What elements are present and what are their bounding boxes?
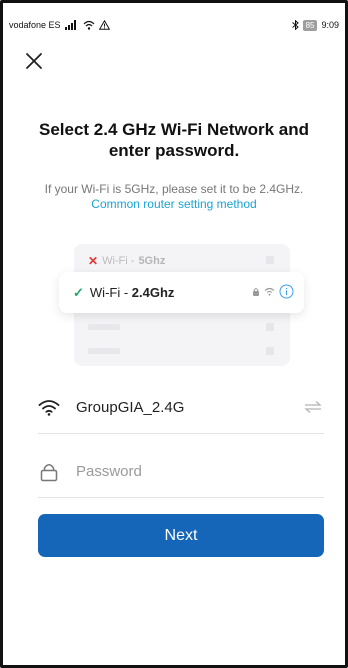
next-button[interactable]: Next (38, 514, 324, 557)
signal-icon (64, 20, 76, 30)
lock-outline-icon (40, 463, 58, 481)
info-icon (279, 284, 294, 299)
illus-5ghz-row: ✕ Wi-Fi - 5Ghz (88, 254, 165, 268)
placeholder-bar (88, 324, 120, 330)
field-icon-wrap (38, 461, 60, 483)
page-title: Select 2.4 GHz Wi-Fi Network and enter p… (38, 120, 310, 160)
ssid-value: GroupGIA_2.4G (76, 399, 185, 416)
close-icon (26, 53, 42, 69)
clock: 9:09 (321, 20, 339, 30)
placeholder-square (266, 347, 274, 355)
illus-5ghz-prefix: Wi-Fi - (102, 255, 135, 267)
status-left: vodafone ES (9, 20, 110, 30)
lock-icon (253, 288, 259, 296)
illus-24ghz-label: Wi-Fi - 2.4Ghz (90, 285, 175, 300)
illus-24ghz-band: 2.4Ghz (131, 285, 175, 300)
switch-network-button[interactable] (304, 400, 322, 414)
cross-icon: ✕ (88, 254, 99, 268)
wifi-status-icon (83, 20, 94, 30)
switch-arrows-icon (304, 401, 322, 413)
band-hint: If your Wi-Fi is 5GHz, please set it to … (10, 182, 338, 212)
wifi-icon (38, 400, 60, 416)
check-icon: ✓ (73, 284, 84, 300)
warning-icon (98, 20, 110, 30)
placeholder-square (266, 323, 274, 331)
password-input[interactable] (76, 463, 296, 480)
illus-24ghz-card: ✓ Wi-Fi - 2.4Ghz (59, 272, 304, 313)
illus-5ghz-band: 5Ghz (138, 255, 166, 267)
placeholder-square (266, 256, 274, 264)
bluetooth-icon (291, 20, 299, 30)
wifi-small-icon (264, 287, 275, 296)
status-bar: vodafone ES 85 9:09 (9, 17, 339, 33)
router-setting-link[interactable]: Common router setting method (10, 197, 338, 212)
status-right: 85 9:09 (291, 19, 339, 31)
illus-card-icons (252, 284, 294, 299)
illus-24ghz-prefix: Wi-Fi - (89, 285, 132, 300)
close-button[interactable] (25, 52, 43, 70)
battery-indicator: 85 (302, 19, 318, 31)
wifi-ssid-field[interactable]: GroupGIA_2.4G (38, 382, 324, 434)
field-icon-wrap (38, 397, 60, 419)
carrier-label: vodafone ES (9, 20, 61, 30)
password-field[interactable] (38, 446, 324, 498)
placeholder-bar (88, 348, 120, 354)
hint-text: If your Wi-Fi is 5GHz, please set it to … (44, 182, 304, 196)
